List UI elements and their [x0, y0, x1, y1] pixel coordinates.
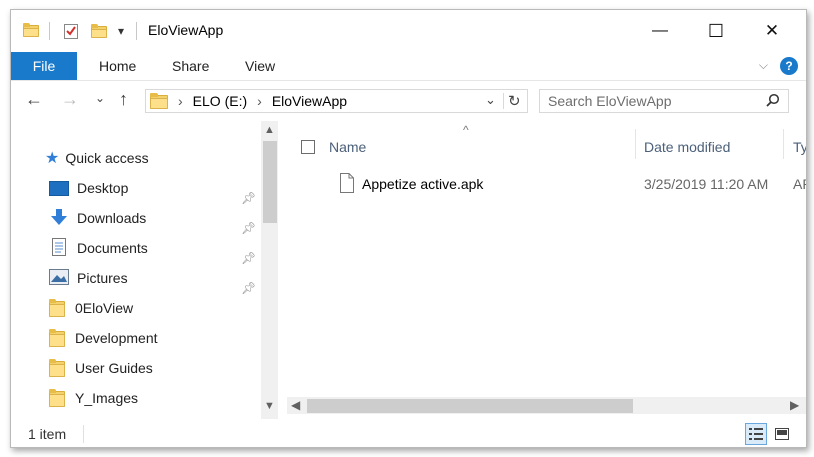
forward-button[interactable]: →	[61, 89, 79, 110]
scroll-left-icon[interactable]: ◀	[291, 398, 300, 412]
tab-file[interactable]: File	[11, 52, 77, 80]
folder-icon	[23, 23, 39, 37]
new-folder-icon	[91, 24, 107, 38]
address-divider	[503, 93, 504, 109]
column-header-type[interactable]: Typ	[793, 139, 806, 155]
help-button[interactable]: ?	[780, 57, 798, 75]
pin-icon[interactable]: 📌︎	[241, 191, 256, 205]
column-header-name[interactable]: Name	[329, 139, 366, 155]
file-name: Appetize active.apk	[362, 176, 484, 192]
maximize-button[interactable]: ☐	[693, 10, 739, 52]
large-icons-view-button[interactable]	[771, 423, 793, 445]
sidebar-item-quick-access[interactable]: ★ Quick access	[45, 147, 149, 169]
table-row[interactable]: Appetize active.apk 3/25/2019 11:20 AM A…	[287, 171, 806, 197]
window-title: EloViewApp	[148, 22, 224, 38]
documents-icon	[49, 237, 69, 259]
sidebar-item-pictures[interactable]: Pictures	[49, 267, 128, 289]
item-count: 1 item	[28, 426, 67, 442]
tab-home[interactable]: Home	[99, 52, 136, 80]
expand-ribbon-button[interactable]: ⌵	[759, 58, 768, 73]
status-bar: 1 item	[11, 421, 806, 447]
star-icon: ★	[45, 150, 60, 167]
navigation-bar: ← → ⌄ ↑ › ELO (E:) › EloViewApp ⌄ ↻ Sear…	[11, 81, 806, 121]
folder-icon	[49, 359, 65, 377]
search-input[interactable]: Search EloViewApp	[548, 93, 671, 109]
sidebar-item-downloads[interactable]: Downloads	[49, 207, 146, 229]
file-explorer-window: ▾ EloViewApp — ☐ ✕ File Home Share View …	[10, 9, 807, 448]
breadcrumb-separator: ›	[257, 93, 262, 109]
title-bar: ▾ EloViewApp — ☐ ✕	[11, 10, 806, 52]
pin-icon[interactable]: 📌︎	[241, 281, 256, 295]
ribbon: File Home Share View ⌵ ?	[11, 52, 806, 81]
file-type: AP	[793, 176, 806, 192]
sidebar-item-label: 0EloView	[75, 300, 134, 316]
details-view-button[interactable]	[745, 423, 767, 445]
sidebar-item-label: Y_Images	[75, 390, 139, 406]
sidebar-item-documents[interactable]: Documents	[49, 237, 148, 259]
sidebar-item-0eloview[interactable]: 0EloView	[49, 297, 133, 319]
scroll-down-icon[interactable]: ▼	[264, 400, 275, 412]
navigation-pane: ★ Quick access Desktop 📌︎ Downloads 📌︎ D…	[11, 121, 281, 419]
close-button[interactable]: ✕	[749, 10, 795, 52]
pin-icon[interactable]: 📌︎	[241, 251, 256, 265]
status-divider	[83, 425, 84, 443]
pictures-icon	[49, 268, 69, 288]
back-button[interactable]: ←	[25, 89, 43, 110]
sidebar-item-label: User Guides	[75, 360, 153, 376]
search-box[interactable]: Search EloViewApp	[539, 89, 789, 113]
downloads-icon	[49, 208, 69, 229]
folder-icon	[49, 389, 65, 407]
sidebar-item-desktop[interactable]: Desktop	[49, 177, 128, 199]
search-icon[interactable]	[766, 93, 780, 110]
column-header-date-modified[interactable]: Date modified	[644, 139, 730, 155]
sidebar-item-label: Documents	[77, 240, 148, 256]
toolbar-divider	[136, 22, 137, 40]
up-button[interactable]: ↑	[119, 89, 128, 110]
toolbar-divider	[49, 22, 50, 40]
properties-button[interactable]	[63, 20, 79, 42]
tab-view[interactable]: View	[245, 52, 275, 80]
breadcrumb-separator: ›	[178, 93, 183, 109]
details-view-icon	[749, 428, 763, 440]
breadcrumb-drive[interactable]: ELO (E:)	[193, 93, 247, 109]
sidebar-item-label: Desktop	[77, 180, 129, 196]
refresh-button[interactable]: ↻	[508, 92, 521, 110]
customize-toolbar-dropdown[interactable]: ▾	[118, 20, 124, 42]
breadcrumb-folder[interactable]: EloViewApp	[272, 93, 347, 109]
sidebar-item-label: Downloads	[77, 210, 147, 226]
sidebar-item-label: Pictures	[77, 270, 128, 286]
folder-icon	[150, 93, 168, 109]
properties-icon	[64, 24, 78, 39]
address-bar[interactable]: › ELO (E:) › EloViewApp ⌄ ↻	[145, 89, 528, 113]
tab-share[interactable]: Share	[172, 52, 209, 80]
scroll-up-icon[interactable]: ▲	[264, 124, 275, 136]
sidebar-item-user-guides[interactable]: User Guides	[49, 357, 153, 379]
sidebar-item-development[interactable]: Development	[49, 327, 158, 349]
file-icon	[339, 173, 355, 196]
recent-locations-button[interactable]: ⌄	[95, 91, 105, 105]
pin-icon[interactable]: 📌︎	[241, 221, 256, 235]
column-divider[interactable]	[635, 129, 636, 159]
sort-ascending-icon: ^	[463, 123, 469, 137]
folder-icon	[49, 329, 65, 347]
sidebar-item-y-images[interactable]: Y_Images	[49, 387, 138, 409]
select-all-checkbox[interactable]	[301, 140, 315, 154]
new-folder-button[interactable]	[91, 20, 107, 42]
file-date-modified: 3/25/2019 11:20 AM	[644, 176, 769, 192]
minimize-button[interactable]: —	[637, 10, 683, 52]
large-icons-view-icon	[775, 428, 789, 440]
address-dropdown-button[interactable]: ⌄	[485, 92, 496, 108]
folder-icon	[49, 299, 65, 317]
file-list-scroll-thumb[interactable]	[307, 399, 633, 413]
sidebar-item-label: Development	[75, 330, 158, 346]
scroll-right-icon[interactable]: ▶	[790, 398, 799, 412]
sidebar-item-label: Quick access	[65, 150, 149, 166]
column-divider[interactable]	[783, 129, 784, 159]
nav-pane-scroll-thumb[interactable]	[263, 141, 277, 223]
desktop-icon	[49, 180, 69, 196]
file-list: Name ^ Date modified Typ Appetize active…	[287, 121, 806, 419]
